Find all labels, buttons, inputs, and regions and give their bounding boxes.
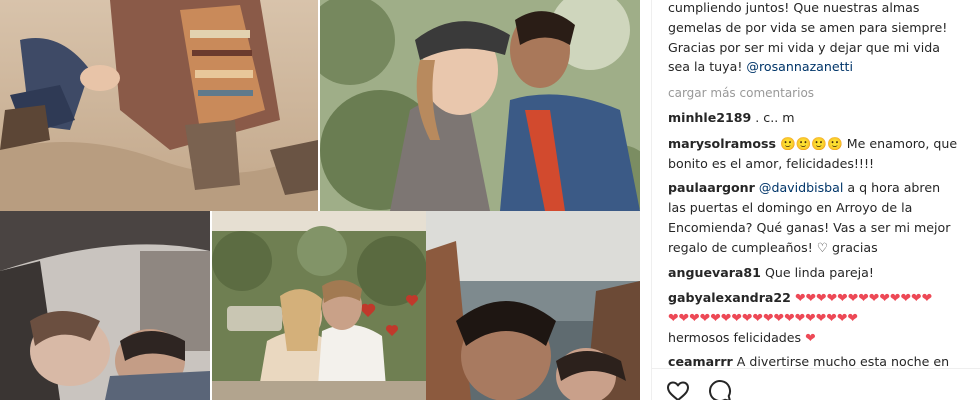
comments-panel: cumpliendo juntos! Que nuestras almas ge… [651, 0, 980, 400]
comment-username[interactable]: gabyalexandra22 [668, 290, 791, 305]
action-bar [652, 368, 980, 400]
speech-bubble-icon[interactable] [708, 379, 732, 400]
comment-text: las puertas el domingo en Arroyo de la [668, 200, 913, 215]
comment-text: . c.. m [751, 110, 795, 125]
comment-username[interactable]: ceamarrr [668, 354, 733, 369]
comment-text: A divertirse mucho esta noche en [732, 354, 950, 369]
photo-couple-car [0, 211, 210, 400]
comment-username[interactable]: anguevara81 [668, 265, 761, 280]
smile-emoji: 🙂🙂🙂🙂 [780, 136, 843, 151]
comment-item: gabyalexandra22 ❤❤❤❤❤❤❤❤❤❤❤❤❤ ❤❤❤❤❤❤❤❤❤❤… [668, 288, 968, 348]
post-caption: cumpliendo juntos! Que nuestras almas ge… [668, 0, 968, 77]
load-more-comments-link[interactable]: cargar más comentarios [668, 86, 814, 100]
heart-emoji: ❤ [805, 330, 816, 345]
caption-line: gemelas de por vida se amen para siempre… [668, 19, 948, 35]
caption-line: Gracias por ser mi vida y dejar que mi v… [668, 39, 940, 55]
photo-couple-sea [426, 211, 640, 400]
comment-username[interactable]: paulaargonr [668, 180, 755, 195]
photo-couple-sand [0, 0, 318, 211]
photo-couple-forest [320, 0, 640, 211]
mention-link[interactable]: @davidbisbal [759, 180, 844, 195]
caption-text: sea la tuya! [668, 59, 747, 75]
comment-username[interactable]: marysolramoss [668, 136, 776, 151]
heart-emojis: ❤❤❤❤❤❤❤❤❤❤❤❤❤ [790, 290, 933, 305]
comment-text: Me enamoro, que [842, 136, 958, 151]
comment-item: anguevara81 Que linda pareja! [668, 263, 968, 283]
photo-collage[interactable] [0, 0, 651, 400]
comment-text: Encomienda? Qué ganas! Vas a ser mi mejo… [668, 220, 951, 235]
comment-text: bonito es el amor, felicidades!!!! [668, 156, 875, 171]
comment-text: a q hora abren [843, 180, 941, 195]
mention-link[interactable]: @rosannazanetti [746, 59, 853, 74]
comment-text: hermosos felicidades [668, 330, 806, 345]
comment-text: regalo de cumpleaños! ♡ gracias [668, 240, 878, 255]
heart-emojis: ❤❤❤❤❤❤❤❤❤❤❤❤❤❤❤❤❤❤ [668, 310, 858, 325]
comment-item: marysolramoss 🙂🙂🙂🙂 Me enamoro, que bonit… [668, 134, 968, 174]
comment-item: minhle2189 . c.. m [668, 108, 968, 128]
heart-outline-icon[interactable] [666, 379, 690, 400]
comment-text: Que linda pareja! [760, 265, 874, 280]
caption-line: cumpliendo juntos! Que nuestras almas [668, 0, 920, 15]
comment-username[interactable]: minhle2189 [668, 110, 751, 125]
comment-item: paulaargonr @davidbisbal a q hora abren … [668, 178, 968, 258]
caption-line: sea la tuya! @rosannazanetti [668, 57, 968, 77]
photo-couple-garden [212, 211, 426, 400]
